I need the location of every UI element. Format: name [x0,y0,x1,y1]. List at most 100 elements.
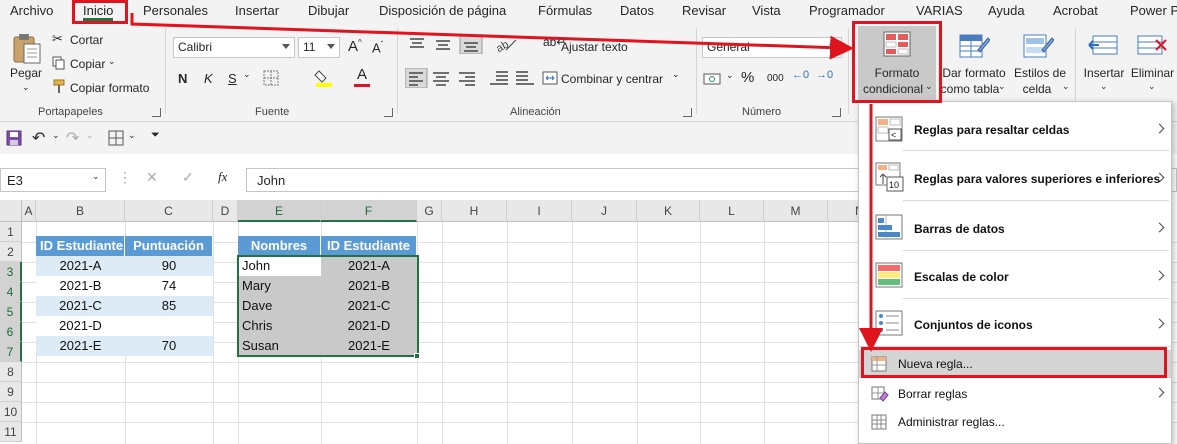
table1-cell[interactable]: 2021-C [36,296,125,316]
column-header-e[interactable]: E [238,200,321,222]
tab-ayuda[interactable]: Ayuda [988,3,1025,18]
column-header-l[interactable]: L [700,200,764,222]
enter-icon[interactable]: ✓ [182,169,194,186]
indent-icons[interactable] [488,68,536,88]
increase-font-icon[interactable]: A^ [348,38,362,55]
alignment-launcher-icon[interactable] [683,108,692,117]
row-header-8[interactable]: 8 [0,362,22,382]
clipboard-launcher-icon[interactable] [152,108,161,117]
table2-cell[interactable]: 2021-B [321,276,417,296]
fill-handle[interactable] [414,353,420,359]
table2-header-id[interactable]: ID Estudiante [321,236,417,256]
save-icon[interactable] [6,130,22,146]
insert-function-icon[interactable]: fx [218,169,227,185]
table2-cell[interactable]: 2021-A [321,256,417,276]
borders-quick-icon[interactable] [108,130,124,146]
table2-cell[interactable]: Dave [238,296,321,316]
font-name-select[interactable]: Calibri [173,37,295,58]
tab-vista[interactable]: Vista [752,3,781,18]
chevron-down-icon[interactable]: ⌄ [92,171,100,182]
chevron-down-icon[interactable]: ⌄ [726,70,734,81]
redo-icon[interactable]: ↷ [66,128,79,148]
row-header-11[interactable]: 11 [0,422,22,442]
menu-item-clear-rules[interactable]: Borrar reglas [859,380,1171,408]
underline-button[interactable]: S [228,71,237,86]
number-launcher-icon[interactable] [832,108,841,117]
increase-decimal-icon[interactable]: ←0 [792,69,809,81]
menu-item-new-rule[interactable]: Nueva regla... [859,350,1171,378]
chevron-down-icon[interactable]: ⌄ [128,130,136,141]
table1-cell[interactable]: 2021-E [36,336,125,356]
borders-icon[interactable] [262,69,280,87]
tab-power-pivot[interactable]: Power P [1130,3,1177,18]
row-header-9[interactable]: 9 [0,382,22,402]
table1-cell[interactable]: 70 [125,336,213,356]
table2-cell[interactable]: Susan [238,336,321,356]
decrease-decimal-icon[interactable]: →0 [816,69,833,81]
menu-item-manage-rules[interactable]: Administrar reglas... [859,408,1171,436]
tab-programador[interactable]: Programador [809,3,885,18]
table1-cell[interactable]: 2021-B [36,276,125,296]
table2-header-names[interactable]: Nombres [238,236,321,256]
bold-button[interactable]: N [178,71,187,86]
font-size-select[interactable]: 11 [298,37,340,58]
table1-header-id[interactable]: ID Estudiante [36,236,125,256]
chevron-down-icon[interactable]: ⌄ [52,130,60,141]
tab-personales[interactable]: Personales [143,3,208,18]
menu-item-highlight-rules[interactable]: < Reglas para resaltar celdas [859,110,1171,148]
tab-disposicion-pagina[interactable]: Disposición de página [379,3,506,18]
number-format-select[interactable]: General [702,37,842,58]
row-header-4[interactable]: 4 [0,282,22,302]
column-header-f[interactable]: F [321,200,417,222]
comma-style-button[interactable]: 000 [767,73,784,84]
column-header-h[interactable]: H [442,200,507,222]
row-header-2[interactable]: 2 [0,242,22,262]
fill-color-icon[interactable] [314,67,334,87]
tab-revisar[interactable]: Revisar [682,3,726,18]
table1-cell[interactable]: 2021-A [36,256,125,276]
horizontal-align-icons[interactable] [405,68,483,88]
select-all-corner[interactable] [0,200,22,222]
column-header-k[interactable]: K [637,200,700,222]
tab-insertar[interactable]: Insertar [235,3,279,18]
tab-formulas[interactable]: Fórmulas [538,3,592,18]
table1-cell[interactable]: 2021-D [36,316,125,336]
column-header-b[interactable]: B [36,200,125,222]
column-header-j[interactable]: J [572,200,637,222]
column-header-m[interactable]: M [764,200,828,222]
menu-item-icon-sets[interactable]: Conjuntos de iconos [859,304,1171,344]
tab-dibujar[interactable]: Dibujar [308,3,349,18]
cancel-icon[interactable]: ✕ [146,169,158,186]
column-header-i[interactable]: I [507,200,572,222]
row-header-7[interactable]: 7 [0,342,22,362]
tab-datos[interactable]: Datos [620,3,654,18]
currency-icon[interactable] [703,72,721,86]
tab-varias[interactable]: VARIAS [916,3,963,18]
tab-archivo[interactable]: Archivo [10,3,53,18]
chevron-down-icon[interactable]: ⌄ [243,69,251,80]
row-header-5[interactable]: 5 [0,302,22,322]
menu-item-data-bars[interactable]: Barras de datos [859,208,1171,248]
row-header-1[interactable]: 1 [0,222,22,242]
column-header-d[interactable]: D [213,200,238,222]
italic-button[interactable]: K [204,71,213,86]
table1-cell[interactable]: 74 [125,276,213,296]
table1-cell[interactable]: 90 [125,256,213,276]
tab-acrobat[interactable]: Acrobat [1053,3,1098,18]
orientation-icon[interactable]: ab [494,36,518,54]
menu-item-top-bottom-rules[interactable]: 10 Reglas para valores superiores e infe… [859,158,1171,198]
row-header-6[interactable]: 6 [0,322,22,342]
table2-cell[interactable]: 2021-C [321,296,417,316]
table1-header-score[interactable]: Puntuación [125,236,213,256]
column-header-a[interactable]: A [22,200,36,222]
tab-inicio[interactable]: Inicio [83,3,114,21]
vertical-align-icons[interactable] [408,36,488,54]
table2-cell[interactable]: 2021-D [321,316,417,336]
table1-cell[interactable] [125,316,213,336]
undo-icon[interactable]: ↶ [32,128,45,148]
percent-button[interactable]: % [741,69,754,86]
column-header-c[interactable]: C [125,200,213,222]
menu-item-color-scales[interactable]: Escalas de color [859,256,1171,296]
table2-cell[interactable]: 2021-E [321,336,417,356]
chevron-down-icon[interactable]: ⌄ [86,130,94,141]
